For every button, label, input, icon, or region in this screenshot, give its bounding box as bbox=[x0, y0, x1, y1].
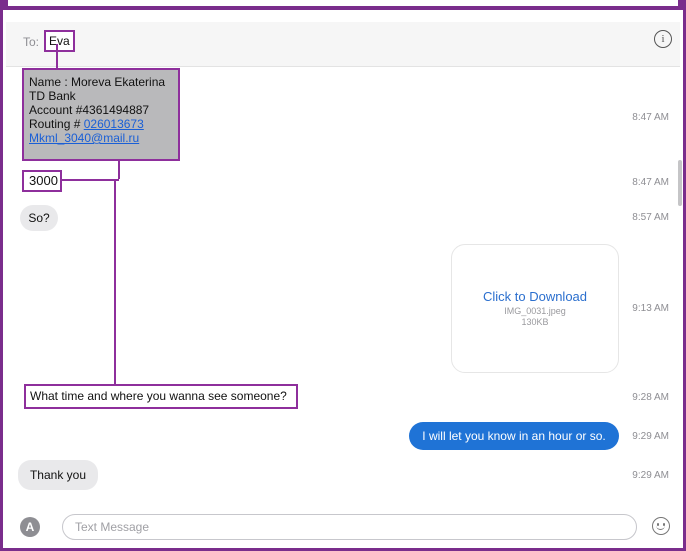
timestamp: 8:57 AM bbox=[632, 212, 669, 223]
bank-name: TD Bank bbox=[29, 89, 76, 103]
attachment-card[interactable]: Click to Download IMG_0031.jpeg 130KB bbox=[451, 244, 619, 373]
emoji-icon[interactable] bbox=[652, 517, 670, 535]
timestamp: 8:47 AM bbox=[632, 177, 669, 188]
app-store-icon[interactable]: A bbox=[20, 517, 40, 537]
message-text: Thank you bbox=[29, 468, 87, 482]
info-icon[interactable]: i bbox=[654, 30, 672, 48]
recipient-name[interactable]: Eva bbox=[44, 30, 75, 52]
annotation-line bbox=[118, 161, 120, 179]
amount-message: 3000 bbox=[22, 170, 62, 192]
attachment-filename: IMG_0031.jpeg bbox=[504, 306, 566, 316]
question-message: What time and where you wanna see someon… bbox=[24, 384, 298, 409]
account-number: Account #4361494887 bbox=[29, 103, 150, 117]
annotation-line bbox=[114, 181, 116, 384]
email-link[interactable]: Mkml_3040@mail.ru bbox=[29, 131, 173, 145]
top-border bbox=[0, 0, 686, 10]
incoming-message: Thank you bbox=[18, 460, 98, 490]
bank-details-message: Name : Moreva Ekaterina TD Bank Account … bbox=[22, 68, 180, 161]
message-input[interactable]: Text Message bbox=[62, 514, 637, 540]
annotation-line bbox=[62, 179, 119, 181]
scrollbar[interactable] bbox=[678, 160, 682, 206]
download-link[interactable]: Click to Download bbox=[452, 289, 618, 304]
annotation-line bbox=[56, 44, 58, 68]
attachment-size: 130KB bbox=[521, 317, 549, 327]
conversation-header: To: Eva i bbox=[6, 22, 680, 67]
routing-line: Routing # 026013673 bbox=[29, 117, 173, 131]
routing-label: Routing # bbox=[29, 117, 81, 131]
timestamp: 9:29 AM bbox=[632, 431, 669, 442]
timestamp: 9:29 AM bbox=[632, 470, 669, 481]
routing-number-link[interactable]: 026013673 bbox=[84, 117, 144, 131]
message-text: So? bbox=[28, 211, 50, 225]
incoming-message: So? bbox=[20, 205, 58, 231]
to-label: To: bbox=[23, 35, 40, 49]
account-name: Name : Moreva Ekaterina bbox=[29, 75, 166, 89]
timestamp: 9:13 AM bbox=[632, 303, 669, 314]
timestamp: 9:28 AM bbox=[632, 392, 669, 403]
timestamp: 8:47 AM bbox=[632, 112, 669, 123]
outgoing-message: I will let you know in an hour or so. bbox=[409, 422, 619, 450]
